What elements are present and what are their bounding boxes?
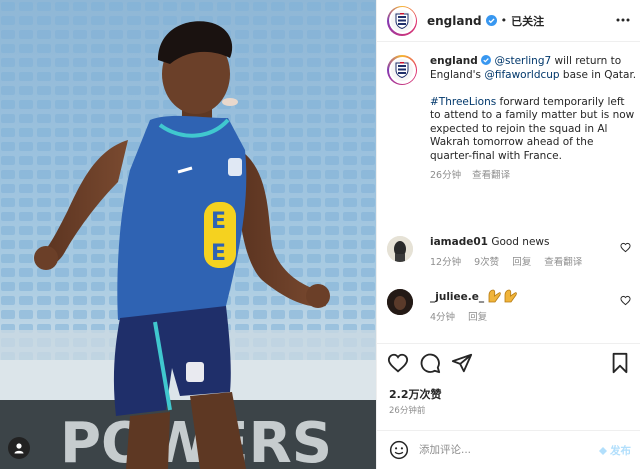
- comment-text: Good news: [491, 236, 550, 248]
- heart-icon[interactable]: [620, 295, 631, 306]
- caption-username[interactable]: england: [430, 55, 478, 67]
- paper-plane-icon[interactable]: [451, 352, 473, 374]
- caption-avatar[interactable]: [387, 55, 417, 85]
- post-side-panel: england • 已关注 england @sterling7 will re…: [376, 0, 640, 469]
- likes-count[interactable]: 2.2万次赞: [389, 386, 442, 402]
- comment-meta: 4分钟 回复: [430, 311, 637, 324]
- comment-age: 4分钟: [430, 312, 456, 323]
- post-caption: england @sterling7 will return to Englan…: [387, 55, 637, 183]
- comment-username[interactable]: iamade01: [430, 236, 488, 248]
- comment-item: _juliee.e_ 4分钟 回复: [387, 289, 637, 324]
- caption-text: base in Qatar.: [559, 68, 637, 81]
- commenter-avatar[interactable]: [387, 236, 413, 262]
- comments-section[interactable]: england @sterling7 will return to Englan…: [377, 43, 640, 343]
- header-separator: •: [500, 14, 508, 27]
- add-comment-bar: 发布: [377, 430, 640, 469]
- diamond-icon: [599, 446, 607, 455]
- comment-username[interactable]: _juliee.e_: [430, 291, 484, 303]
- svg-text:E: E: [211, 241, 226, 266]
- see-translation-link[interactable]: 查看翻译: [472, 170, 510, 181]
- caption-meta: 26分钟 查看翻译: [430, 169, 637, 183]
- emoji-icon[interactable]: [389, 440, 409, 460]
- post-actions: 2.2万次赞 26分钟前: [377, 343, 640, 421]
- heart-icon[interactable]: [620, 242, 631, 253]
- caption-age: 26分钟: [430, 170, 462, 181]
- avatar-image: [387, 289, 413, 315]
- reply-button[interactable]: 回复: [468, 312, 487, 323]
- mention-link[interactable]: @fifaworldcup: [484, 69, 559, 81]
- three-lions-crest-icon: [395, 12, 409, 29]
- account-avatar[interactable]: [387, 5, 417, 36]
- post-timestamp: 26分钟前: [389, 406, 426, 416]
- svg-text:E: E: [211, 209, 226, 234]
- more-options-icon[interactable]: [615, 12, 631, 28]
- comment-likes[interactable]: 9次赞: [474, 257, 499, 268]
- post-header: england • 已关注: [377, 0, 640, 42]
- stadium-background: POWERS E E: [0, 0, 376, 469]
- comment-meta: 12分钟 9次赞 回复 查看翻译: [430, 256, 637, 269]
- heart-icon[interactable]: [387, 352, 409, 374]
- verified-badge-icon: [481, 55, 492, 65]
- raised-hands-emoji-icon: [489, 289, 518, 303]
- verified-badge-icon: [485, 15, 497, 26]
- following-button[interactable]: 已关注: [511, 13, 544, 29]
- account-name[interactable]: england: [427, 14, 482, 28]
- see-translation-link[interactable]: 查看翻译: [544, 257, 582, 268]
- post-photo[interactable]: POWERS E E: [0, 0, 376, 469]
- comment-age: 12分钟: [430, 257, 462, 268]
- three-lions-crest-icon: [395, 62, 409, 78]
- comment-item: iamade01 Good news 12分钟 9次赞 回复 查看翻译: [387, 236, 637, 269]
- hashtag-link[interactable]: #ThreeLions: [430, 96, 496, 108]
- post-comment-button[interactable]: 发布: [599, 443, 631, 458]
- comment-input[interactable]: [419, 444, 579, 456]
- reply-button[interactable]: 回复: [512, 257, 531, 268]
- commenter-avatar[interactable]: [387, 289, 413, 315]
- tagged-user-button[interactable]: [8, 437, 30, 459]
- person-icon: [14, 443, 24, 454]
- mention-link[interactable]: @sterling7: [494, 55, 551, 67]
- avatar-image: [387, 236, 413, 262]
- post-comment-label: 发布: [610, 445, 631, 457]
- comment-icon[interactable]: [419, 352, 441, 374]
- bookmark-icon[interactable]: [609, 352, 631, 374]
